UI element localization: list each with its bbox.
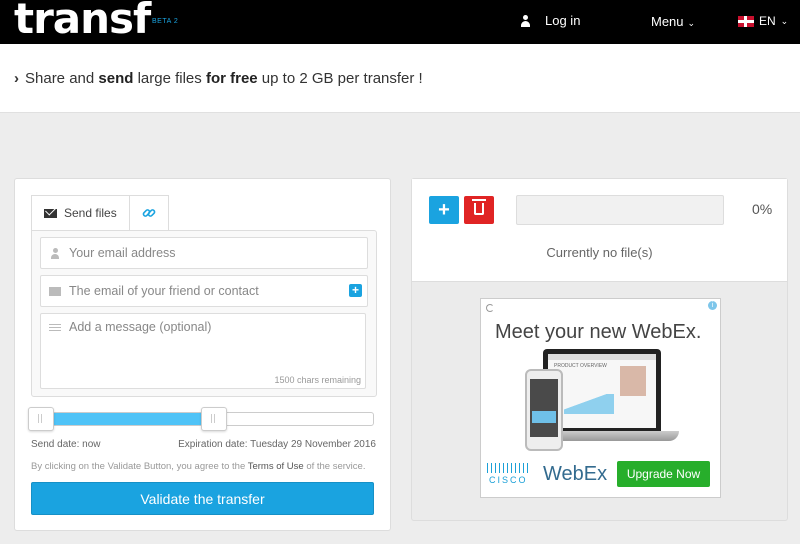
top-navbar: transf BETA 2 Log in Menu ⌄ EN ⌄ bbox=[0, 0, 800, 44]
upload-progress-bar bbox=[516, 195, 724, 225]
cisco-logo-text: CISCO bbox=[489, 475, 528, 485]
menu-dropdown[interactable]: Menu ⌄ bbox=[651, 14, 695, 29]
validate-transfer-button[interactable]: Validate the transfer bbox=[31, 482, 374, 515]
webex-logo-text: WebEx bbox=[543, 463, 608, 485]
send-date: Send date: now bbox=[31, 439, 101, 450]
tagline-text: Share and bbox=[25, 70, 99, 87]
language-label: EN bbox=[759, 14, 776, 28]
upgrade-now-button[interactable]: Upgrade Now bbox=[617, 461, 710, 487]
slider-handle-start[interactable] bbox=[28, 407, 54, 431]
user-icon bbox=[50, 247, 60, 259]
ad-headline: Meet your new WebEx. bbox=[495, 321, 702, 343]
login-link[interactable]: Log in bbox=[520, 13, 580, 28]
chars-remaining: 1500 chars remaining bbox=[274, 375, 361, 385]
chevron-right-icon: › bbox=[14, 70, 19, 87]
expiration-date: Expiration date: Tuesday 29 November 201… bbox=[178, 439, 376, 450]
tagline-banner: › Share and send large files for free up … bbox=[0, 44, 800, 113]
delete-files-button[interactable] bbox=[464, 196, 494, 224]
uk-flag-icon bbox=[738, 15, 754, 27]
user-icon bbox=[520, 14, 531, 27]
terms-link[interactable]: Terms of Use bbox=[248, 461, 304, 472]
add-recipient-button[interactable]: + bbox=[349, 284, 362, 297]
slider-handle-end[interactable] bbox=[201, 407, 227, 431]
logo[interactable]: transf bbox=[14, 0, 151, 43]
email-field[interactable]: Your email address bbox=[40, 237, 368, 269]
files-toolbar: + 0% Currently no file(s) bbox=[412, 179, 787, 282]
progress-percent: 0% bbox=[752, 201, 773, 217]
beta-badge: BETA 2 bbox=[152, 18, 179, 25]
terms-text: of the service. bbox=[303, 461, 366, 472]
advertisement[interactable]: i Meet your new WebEx. PRODUCT OVERVIEW … bbox=[480, 298, 721, 498]
expiration-slider[interactable] bbox=[28, 407, 374, 431]
tab-send-files[interactable]: Send files bbox=[31, 195, 130, 230]
terms-notice: By clicking on the Validate Button, you … bbox=[31, 461, 365, 472]
add-files-button[interactable]: + bbox=[429, 196, 459, 224]
menu-label: Menu bbox=[651, 14, 684, 29]
login-label: Log in bbox=[545, 13, 581, 28]
send-form: Your email address The email of your fri… bbox=[31, 230, 377, 397]
tab-label: Send files bbox=[64, 206, 117, 220]
friend-email-field[interactable]: The email of your friend or contact + bbox=[40, 275, 368, 307]
tagline-text: up to 2 GB per transfer ! bbox=[257, 70, 423, 87]
no-files-message: Currently no file(s) bbox=[546, 245, 653, 260]
slider-fill bbox=[32, 413, 213, 425]
chevron-down-icon: ⌄ bbox=[687, 18, 696, 28]
email-placeholder: Your email address bbox=[69, 246, 176, 260]
send-panel: Send files Your email address The email … bbox=[14, 178, 391, 531]
cisco-logo-icon bbox=[487, 463, 529, 473]
tagline-bold: for free bbox=[205, 70, 258, 87]
adchoices-loop-icon bbox=[486, 304, 494, 312]
tagline: › Share and send large files for free up … bbox=[14, 70, 423, 87]
message-placeholder: Add a message (optional) bbox=[69, 320, 212, 334]
language-selector[interactable]: EN ⌄ bbox=[738, 14, 788, 28]
envelope-icon bbox=[44, 208, 57, 218]
terms-text: By clicking on the Validate Button, you … bbox=[31, 461, 248, 472]
tagline-text: large files bbox=[133, 70, 206, 87]
message-field[interactable]: Add a message (optional) 1500 chars rema… bbox=[40, 313, 366, 389]
screen-title: PRODUCT OVERVIEW bbox=[554, 363, 607, 369]
ad-footer: CISCO WebEx Upgrade Now bbox=[481, 457, 720, 497]
message-lines-icon bbox=[49, 324, 61, 333]
tab-link[interactable] bbox=[129, 195, 169, 230]
link-icon bbox=[142, 209, 156, 217]
friend-email-placeholder: The email of your friend or contact bbox=[69, 284, 259, 298]
files-panel: + 0% Currently no file(s) i Meet your ne… bbox=[411, 178, 788, 521]
tagline-bold: send bbox=[98, 70, 134, 87]
chevron-down-icon: ⌄ bbox=[780, 15, 789, 26]
send-tabs: Send files bbox=[31, 195, 169, 230]
envelope-icon bbox=[49, 286, 61, 296]
trash-icon bbox=[472, 199, 486, 215]
info-icon[interactable]: i bbox=[708, 301, 717, 310]
phone-image bbox=[525, 369, 563, 451]
